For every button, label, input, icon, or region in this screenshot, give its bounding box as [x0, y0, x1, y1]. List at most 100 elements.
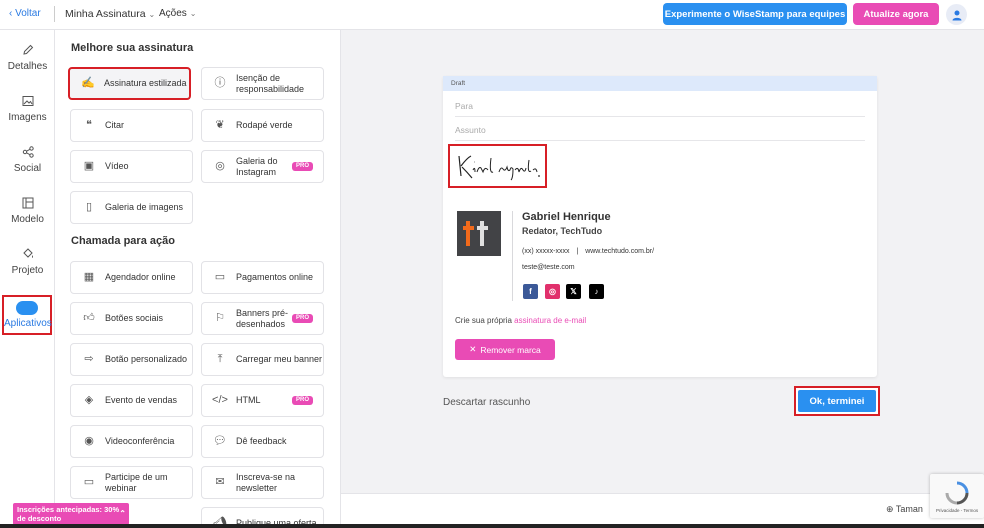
sidebar-item-template[interactable]: Modelo	[0, 196, 55, 240]
thumbs-up-icon: 👍︎	[83, 312, 95, 325]
app-card-quote[interactable]: ❝ Citar	[70, 109, 193, 142]
remove-branding-label: Remover marca	[480, 344, 541, 355]
cta-card-webinar[interactable]: ▭ Participe de um webinar	[70, 466, 193, 499]
card-label: Citar	[105, 120, 125, 131]
back-label: Voltar	[15, 8, 41, 19]
code-icon: </>	[212, 394, 228, 407]
stylized-signature-preview[interactable]	[448, 144, 547, 188]
create-signature-link[interactable]: assinatura de e-mail	[514, 316, 586, 325]
signature-website[interactable]: www.techtudo.com.br/	[585, 248, 654, 255]
zoom-control[interactable]: ⊕ Taman	[886, 504, 923, 515]
card-label: Agendador online	[105, 272, 176, 283]
contact-separator: |	[576, 248, 579, 255]
sidebar-item-label: Detalhes	[7, 61, 48, 72]
card-label: Galeria de imagens	[105, 202, 184, 213]
cta-card-social-buttons[interactable]: 👍︎ Botões sociais	[70, 302, 193, 335]
promo-banner[interactable]: Inscrições antecipadas: 30% de desconto …	[13, 503, 129, 525]
app-card-stylized-signature[interactable]: ✍ Assinatura estilizada	[68, 67, 191, 100]
sidebar-item-label: Modelo	[11, 214, 44, 225]
cta-card-sales-event[interactable]: ◈ Evento de vendas	[70, 384, 193, 417]
sidebar-item-label: Imagens	[8, 112, 47, 123]
cta-card-html[interactable]: </> HTML PRÓ	[201, 384, 324, 417]
ok-done-button[interactable]: Ok, terminei	[798, 390, 876, 412]
remove-branding-button[interactable]: ✕ Remover marca	[455, 339, 555, 360]
chevron-up-icon: ⌃	[119, 509, 126, 518]
instagram-icon[interactable]: ◎	[545, 284, 560, 299]
pro-badge: PRÓ	[291, 396, 313, 405]
envelope-icon: ✉	[215, 476, 225, 489]
tag-icon: ◈	[84, 394, 94, 407]
calendar-icon: ▦	[83, 271, 95, 284]
app-card-image-gallery[interactable]: ▯ Galeria de imagens	[70, 191, 193, 224]
card-label: Vídeo	[105, 161, 129, 172]
recaptcha-badge[interactable]: Privacidade - Termos	[930, 474, 984, 518]
cta-card-custom-button[interactable]: ⇨ Botão personalizado	[70, 343, 193, 376]
card-label: Participe de um webinar	[105, 472, 168, 493]
divider	[54, 6, 55, 22]
draft-bar: Draft	[443, 76, 877, 91]
email-preview-card: Draft Para Assunto	[443, 76, 877, 377]
pencil-icon	[22, 44, 33, 55]
create-text-prefix: Crie sua própria	[455, 316, 512, 325]
zoom-icon: ⊕	[886, 504, 896, 514]
facebook-icon[interactable]: f	[523, 284, 538, 299]
cta-card-upload-banner[interactable]: ⤒ Carregar meu banner	[201, 343, 324, 376]
sidebar-item-apps[interactable]: Aplicativos	[2, 295, 52, 335]
handwritten-signature-image	[457, 155, 540, 181]
x-icon[interactable]: 𝕏	[566, 284, 581, 299]
cta-card-payments[interactable]: ▭ Pagamentos online	[201, 261, 324, 294]
avatar[interactable]	[946, 4, 967, 25]
monitor-icon: ▭	[83, 476, 95, 489]
signature-menu[interactable]: Minha Assinatura ⌄	[65, 8, 155, 20]
promo-text: Inscrições antecipadas: 30% de desconto	[17, 505, 120, 523]
cta-card-newsletter[interactable]: ✉ Inscreva-se na newsletter	[201, 466, 324, 499]
sidebar-item-social[interactable]: Social	[0, 145, 55, 189]
info-icon: ⓘ	[214, 77, 226, 90]
upgrade-button[interactable]: Atualize agora	[853, 3, 939, 25]
cta-card-scheduler[interactable]: ▦ Agendador online	[70, 261, 193, 294]
card-label: Botões sociais	[105, 313, 164, 324]
webcam-icon: ◉	[84, 435, 94, 448]
pro-badge: PRÓ	[291, 314, 313, 323]
sidebar-item-label: Aplicativos	[4, 318, 52, 329]
signature-divider	[512, 211, 513, 301]
back-link[interactable]: ‹ Voltar	[9, 8, 41, 19]
to-field[interactable]: Para	[455, 93, 865, 117]
try-teams-button[interactable]: Experimente o WiseStamp para equipes	[663, 3, 847, 25]
sidebar-item-details[interactable]: Detalhes	[0, 43, 55, 87]
app-card-instagram-gallery[interactable]: ◎ Galeria do Instagram PRÓ	[201, 150, 324, 183]
tiktok-icon[interactable]: ♪	[589, 284, 604, 299]
sidebar-item-images[interactable]: Imagens	[0, 94, 55, 138]
leaf-icon: ❦	[215, 119, 225, 132]
card-label: Carregar meu banner	[236, 354, 323, 365]
card-label: Isenção de responsabilidade	[236, 73, 305, 94]
card-label: Galeria do Instagram	[236, 156, 278, 177]
card-label: Rodapé verde	[236, 120, 293, 131]
cta-card-videoconference[interactable]: ◉ Videoconferência	[70, 425, 193, 458]
app-card-green-footer[interactable]: ❦ Rodapé verde	[201, 109, 324, 142]
app-card-video[interactable]: ▣ Vídeo	[70, 150, 193, 183]
apps-icon	[16, 301, 38, 315]
card-label: Inscreva-se na newsletter	[236, 472, 296, 493]
subject-field[interactable]: Assunto	[455, 117, 865, 141]
video-icon: ▣	[83, 160, 95, 173]
techtudo-logo-icon	[463, 221, 488, 246]
signature-name: Gabriel Henrique	[522, 211, 611, 223]
cta-card-banners[interactable]: ⚐ Banners pré-desenhados PRÓ	[201, 302, 324, 335]
discard-draft-link[interactable]: Descartar rascunho	[443, 397, 530, 408]
signature-menu-label: Minha Assinatura	[65, 8, 146, 20]
pro-badge: PRÓ	[291, 162, 313, 171]
card-label: Dê feedback	[236, 436, 287, 447]
left-nav: Detalhes Imagens Social Modelo Projeto A…	[0, 30, 55, 528]
actions-menu[interactable]: Ações ⌄	[159, 8, 197, 19]
card-label: Botão personalizado	[105, 354, 188, 365]
company-logo	[457, 211, 501, 256]
signature-email[interactable]: teste@teste.com	[522, 264, 575, 271]
window-bottom-edge	[0, 524, 984, 528]
recaptcha-icon	[945, 481, 969, 505]
signature-phone: (xx) xxxxx-xxxx	[522, 248, 570, 255]
sidebar-item-design[interactable]: Projeto	[0, 247, 55, 291]
cta-card-feedback[interactable]: 💬︎ Dê feedback	[201, 425, 324, 458]
signature-contact: (xx) xxxxx-xxxx | www.techtudo.com.br/	[522, 248, 654, 255]
app-card-disclaimer[interactable]: ⓘ Isenção de responsabilidade	[201, 67, 324, 100]
